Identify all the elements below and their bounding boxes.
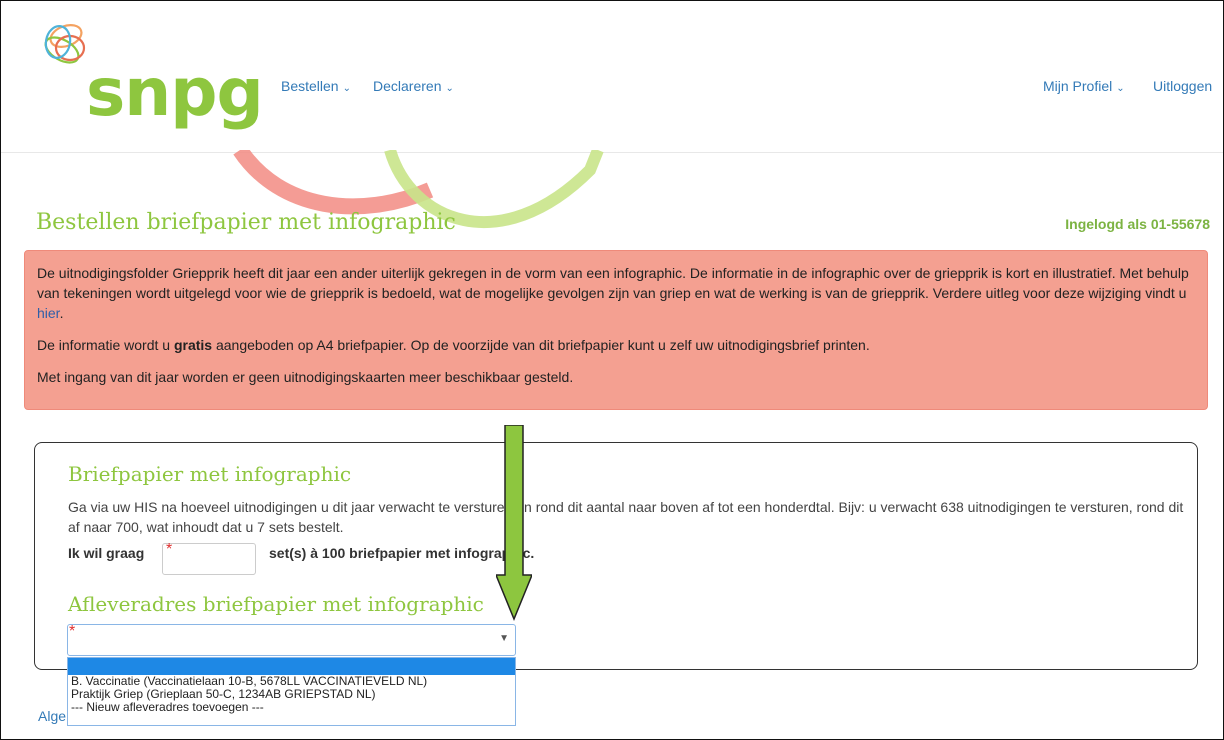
- quantity-input[interactable]: [162, 543, 256, 575]
- required-marker: *: [69, 623, 76, 640]
- chevron-down-icon: ⌄: [1116, 83, 1125, 94]
- chevron-down-icon: ⌄: [342, 83, 351, 94]
- alert-p1-text: De uitnodigingsfolder Griepprik heeft di…: [37, 265, 1189, 301]
- alert-p2-bold: gratis: [173, 337, 213, 353]
- order-label: Ik wil graag: [68, 545, 145, 561]
- alert-p2-before: De informatie wordt u: [37, 337, 174, 353]
- hier-link[interactable]: hier: [37, 305, 60, 321]
- logo-text[interactable]: snpg: [86, 60, 264, 126]
- logged-in-status: Ingelogd als 01-55678: [1065, 216, 1210, 232]
- address-option-new[interactable]: --- Nieuw afleveradres toevoegen ---: [68, 701, 515, 714]
- footer-link[interactable]: Alge: [38, 708, 66, 724]
- chevron-down-icon: ⌄: [445, 83, 454, 94]
- info-alert: De uitnodigingsfolder Griepprik heeft di…: [24, 250, 1208, 410]
- section-description: Ga via uw HIS na hoeveel uitnodigingen u…: [68, 499, 1184, 535]
- decorative-swoosh-icon: [233, 150, 604, 228]
- address-select[interactable]: * ▼: [67, 623, 516, 656]
- nav-bestellen[interactable]: Bestellen ⌄: [281, 78, 351, 94]
- nav-mijn-profiel[interactable]: Mijn Profiel ⌄: [1043, 78, 1125, 94]
- alert-paragraph-2: De informatie wordt u gratis aangeboden …: [37, 335, 1195, 355]
- alert-p1-end: .: [59, 305, 64, 321]
- page-title: Bestellen briefpapier met infographic: [36, 210, 456, 235]
- nav-declareren[interactable]: Declareren ⌄: [373, 78, 454, 94]
- nav-declareren-label: Declareren: [373, 78, 442, 94]
- address-option[interactable]: [68, 658, 515, 675]
- order-suffix: set(s) à 100 briefpapier met infographic…: [269, 545, 535, 561]
- nav-bestellen-label: Bestellen: [281, 78, 339, 94]
- alert-p2-after: aangeboden op A4 briefpapier. Op de voor…: [212, 337, 870, 353]
- address-dropdown-list: B. Vaccinatie (Vaccinatielaan 10-B, 5678…: [67, 657, 516, 726]
- annotation-arrow-icon: [496, 425, 532, 621]
- required-marker: *: [166, 541, 173, 558]
- section-title: Briefpapier met infographic: [68, 462, 352, 486]
- nav-profiel-label: Mijn Profiel: [1043, 78, 1113, 94]
- alert-paragraph-1: De uitnodigingsfolder Griepprik heeft di…: [37, 263, 1195, 323]
- address-section-title: Afleveradres briefpapier met infographic: [68, 592, 484, 616]
- triangle-down-icon: ▼: [499, 633, 509, 644]
- nav-uitloggen[interactable]: Uitloggen: [1153, 78, 1212, 94]
- alert-paragraph-3: Met ingang van dit jaar worden er geen u…: [37, 369, 574, 385]
